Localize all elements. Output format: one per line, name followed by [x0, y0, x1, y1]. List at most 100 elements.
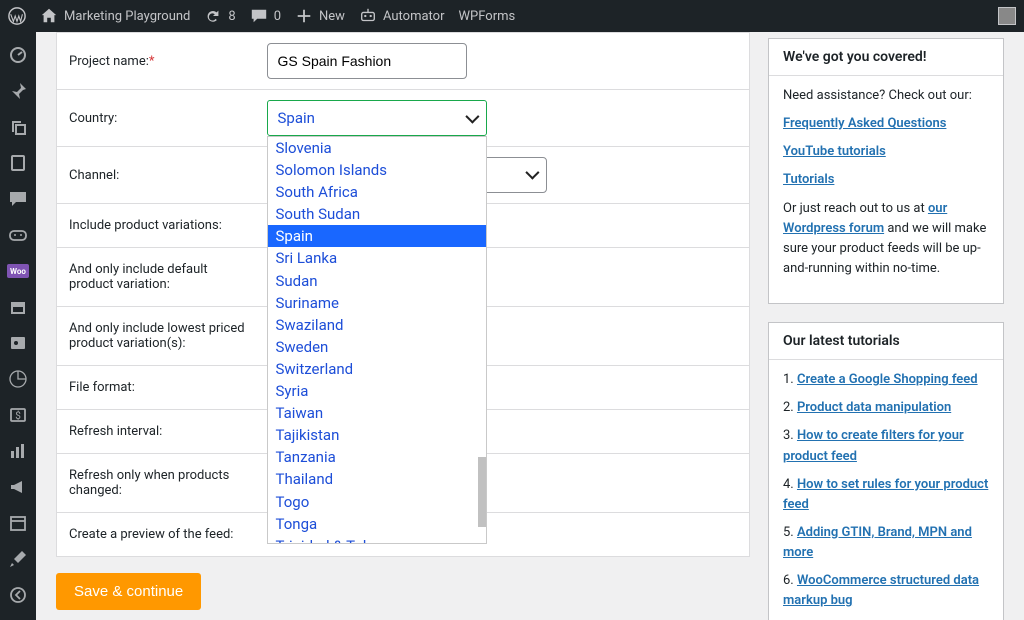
- save-continue-button[interactable]: Save & continue: [56, 573, 201, 610]
- nav-megaphone[interactable]: [0, 470, 36, 504]
- country-option[interactable]: Tonga: [268, 513, 486, 535]
- country-option[interactable]: South Africa: [268, 181, 486, 203]
- help-panel-title: We've got you covered!: [769, 39, 1003, 76]
- nav-woocommerce[interactable]: Woo: [0, 254, 36, 288]
- nav-bar-chart[interactable]: [0, 434, 36, 468]
- country-option[interactable]: Tanzania: [268, 446, 486, 468]
- faq-link[interactable]: Frequently Asked Questions: [783, 116, 946, 131]
- country-option[interactable]: Tajikistan: [268, 424, 486, 446]
- only-default-label-2: product variation:: [69, 277, 170, 292]
- robot-icon: [359, 7, 377, 25]
- tutorial-link[interactable]: WooCommerce structured data markup bug: [783, 573, 979, 608]
- file-format-label: File format:: [69, 380, 135, 395]
- comments[interactable]: 0: [250, 7, 281, 25]
- channel-label: Channel:: [69, 168, 119, 183]
- home-icon: [40, 7, 58, 25]
- nav-comments[interactable]: [0, 182, 36, 216]
- updates[interactable]: 8: [204, 7, 235, 25]
- tutorial-item: 4. How to set rules for your product fee…: [783, 475, 989, 515]
- youtube-link[interactable]: YouTube tutorials: [783, 144, 886, 159]
- country-option[interactable]: Spain: [268, 225, 486, 247]
- help-panel: We've got you covered! Need assistance? …: [768, 38, 1004, 304]
- nav-analytics[interactable]: [0, 362, 36, 396]
- scrollbar-thumb[interactable]: [478, 457, 486, 527]
- automator[interactable]: Automator: [359, 7, 445, 25]
- tutorial-link[interactable]: How to set rules for your product feed: [783, 477, 988, 512]
- nav-collapse[interactable]: [0, 578, 36, 612]
- nav-media[interactable]: [0, 110, 36, 144]
- refresh-changed-label-2: changed:: [69, 483, 122, 498]
- refresh-changed-label-1: Refresh only when products: [69, 468, 229, 483]
- chevron-down-icon: [526, 168, 536, 183]
- updates-count: 8: [228, 9, 235, 24]
- tutorial-link[interactable]: Adding GTIN, Brand, MPN and more: [783, 525, 972, 560]
- nav-controller[interactable]: [0, 218, 36, 252]
- nav-contact[interactable]: [0, 326, 36, 360]
- admin-sidenav: Woo $: [0, 32, 36, 620]
- site-name[interactable]: Marketing Playground: [40, 7, 190, 25]
- preview-label: Create a preview of the feed:: [69, 527, 233, 542]
- chevron-down-icon: [466, 109, 476, 127]
- nav-archive[interactable]: [0, 290, 36, 324]
- tutorial-link[interactable]: Product data manipulation: [797, 400, 951, 415]
- tutorial-link[interactable]: Create a Google Shopping feed: [797, 372, 978, 387]
- only-default-label-1: And only include default: [69, 262, 208, 277]
- country-option[interactable]: Togo: [268, 491, 486, 513]
- tutorial-item: 1. Create a Google Shopping feed: [783, 370, 989, 390]
- user-menu[interactable]: [998, 7, 1016, 25]
- comment-icon: [250, 7, 268, 25]
- country-option[interactable]: Slovenia: [268, 137, 486, 159]
- svg-text:$: $: [15, 409, 21, 422]
- nav-tools[interactable]: [0, 542, 36, 576]
- country-label: Country:: [69, 111, 117, 126]
- plus-icon: [295, 7, 313, 25]
- tutorials-link[interactable]: Tutorials: [783, 172, 834, 187]
- nav-dollar[interactable]: $: [0, 398, 36, 432]
- automator-label: Automator: [383, 9, 445, 24]
- project-form: Project name:* Country: Spain: [56, 32, 750, 557]
- tutorial-link[interactable]: How to create filters for your product f…: [783, 428, 964, 463]
- refresh-interval-label: Refresh interval:: [69, 424, 162, 439]
- country-dropdown[interactable]: SloveniaSolomon IslandsSouth AfricaSouth…: [267, 136, 487, 544]
- country-option[interactable]: Suriname: [268, 292, 486, 314]
- avatar: [998, 7, 1016, 25]
- refresh-icon: [204, 7, 222, 25]
- project-name-input[interactable]: [267, 43, 467, 79]
- country-option[interactable]: South Sudan: [268, 203, 486, 225]
- country-select[interactable]: Spain: [267, 100, 487, 136]
- wpforms-label: WPForms: [459, 9, 516, 24]
- tutorial-item: 6. WooCommerce structured data markup bu…: [783, 571, 989, 611]
- country-option[interactable]: Switzerland: [268, 358, 486, 380]
- nav-pin[interactable]: [0, 74, 36, 108]
- new-label: New: [319, 9, 345, 24]
- country-option[interactable]: Syria: [268, 380, 486, 402]
- wpforms[interactable]: WPForms: [459, 9, 516, 24]
- only-lowest-label-1: And only include lowest priced: [69, 321, 245, 336]
- help-lead: Need assistance? Check out our:: [783, 86, 989, 106]
- tutorial-item: 2. Product data manipulation: [783, 398, 989, 418]
- project-name-label: Project name:: [69, 54, 149, 69]
- country-option[interactable]: Thailand: [268, 468, 486, 490]
- country-option[interactable]: Sri Lanka: [268, 247, 486, 269]
- nav-pages[interactable]: [0, 146, 36, 180]
- reach-pre: Or just reach out to us at: [783, 201, 928, 216]
- tutorial-item: 5. Adding GTIN, Brand, MPN and more: [783, 523, 989, 563]
- wp-logo[interactable]: [8, 7, 26, 25]
- tutorials-panel: Our latest tutorials 1. Create a Google …: [768, 322, 1004, 620]
- country-option[interactable]: Solomon Islands: [268, 159, 486, 181]
- woo-icon: Woo: [7, 264, 29, 278]
- country-option[interactable]: Taiwan: [268, 402, 486, 424]
- site-name-label: Marketing Playground: [64, 9, 190, 24]
- only-lowest-label-2: product variation(s):: [69, 336, 186, 351]
- country-value: Spain: [278, 109, 315, 127]
- country-option[interactable]: Sudan: [268, 270, 486, 292]
- nav-dashboard[interactable]: [0, 38, 36, 72]
- comments-count: 0: [274, 9, 281, 24]
- adminbar: Marketing Playground 8 0 New Automator W…: [0, 0, 1024, 32]
- country-option[interactable]: Swaziland: [268, 314, 486, 336]
- country-option[interactable]: Sweden: [268, 336, 486, 358]
- nav-calendar[interactable]: [0, 506, 36, 540]
- country-option[interactable]: Trinidad & Tobago: [268, 535, 486, 544]
- include-variations-label: Include product variations:: [69, 218, 222, 233]
- new-content[interactable]: New: [295, 7, 345, 25]
